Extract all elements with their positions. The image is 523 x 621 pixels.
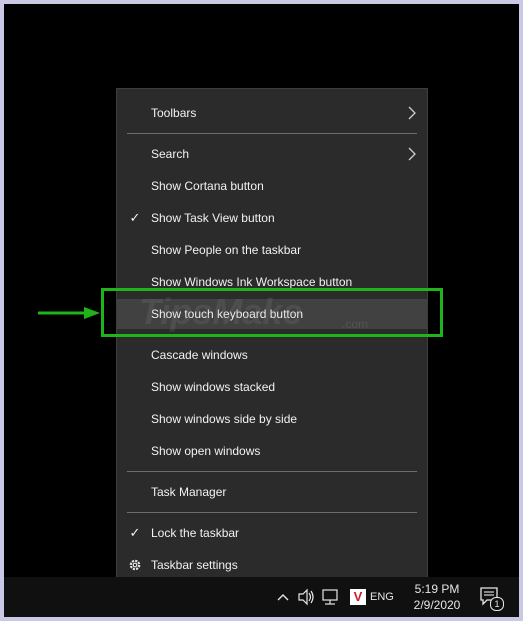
menu-item-search[interactable]: Search xyxy=(117,139,427,169)
notification-icon[interactable]: 1 xyxy=(478,585,504,611)
network-icon[interactable] xyxy=(320,577,342,617)
menu-separator xyxy=(127,133,417,134)
menu-separator xyxy=(127,471,417,472)
menu-item-taskbar-settings[interactable]: Taskbar settings xyxy=(117,550,427,580)
chevron-right-icon xyxy=(408,147,416,161)
gear-icon xyxy=(129,559,141,571)
menu-item-label: Show windows stacked xyxy=(151,380,276,394)
menu-item-label: Lock the taskbar xyxy=(151,526,240,540)
notification-badge: 1 xyxy=(490,597,504,611)
menu-item-task-manager[interactable]: Task Manager xyxy=(117,477,427,507)
checkmark-icon: ✓ xyxy=(129,210,141,225)
menu-item-lock-the-taskbar[interactable]: ✓ Lock the taskbar xyxy=(117,518,427,548)
menu-item-show-windows-side-by-side[interactable]: Show windows side by side xyxy=(117,404,427,434)
chevron-right-icon xyxy=(408,106,416,120)
menu-item-label: Cascade windows xyxy=(151,348,248,362)
menu-item-label: Task Manager xyxy=(151,485,227,499)
menu-item-show-cortana-button[interactable]: Show Cortana button xyxy=(117,171,427,201)
menu-item-label: Show Task View button xyxy=(151,211,275,225)
menu-item-label: Show People on the taskbar xyxy=(151,243,302,257)
clock[interactable]: 5:19 PM 2/9/2020 xyxy=(404,581,470,613)
volume-icon[interactable] xyxy=(296,577,316,617)
menu-item-show-task-view-button[interactable]: ✓ Show Task View button xyxy=(117,203,427,233)
menu-item-label: Toolbars xyxy=(151,106,197,120)
menu-item-label: Taskbar settings xyxy=(151,558,238,572)
taskbar-context-menu: Toolbars Search Show Cortana button ✓ Sh… xyxy=(116,88,428,590)
menu-item-toolbars[interactable]: Toolbars xyxy=(117,98,427,128)
clock-time: 5:19 PM xyxy=(414,582,460,596)
menu-item-label: Show windows side by side xyxy=(151,412,298,426)
highlight-box xyxy=(101,288,443,337)
menu-separator xyxy=(127,512,417,513)
menu-item-label: Search xyxy=(151,147,190,161)
menu-item-cascade-windows[interactable]: Cascade windows xyxy=(117,340,427,370)
menu-item-label: Show Cortana button xyxy=(151,179,264,193)
arrow-right-icon xyxy=(38,307,100,319)
taskbar: V ENG 5:19 PM 2/9/2020 1 xyxy=(4,577,519,617)
menu-item-show-open-windows[interactable]: Show open windows xyxy=(117,436,427,466)
clock-date: 2/9/2020 xyxy=(413,598,461,612)
language-indicator[interactable]: ENG xyxy=(370,577,394,617)
chevron-up-icon[interactable] xyxy=(274,577,292,617)
menu-item-show-people-on-taskbar[interactable]: Show People on the taskbar xyxy=(117,235,427,265)
antivirus-icon[interactable]: V xyxy=(350,589,366,605)
checkmark-icon: ✓ xyxy=(129,525,141,540)
menu-item-label: Show open windows xyxy=(151,444,261,458)
menu-item-show-windows-stacked[interactable]: Show windows stacked xyxy=(117,372,427,402)
